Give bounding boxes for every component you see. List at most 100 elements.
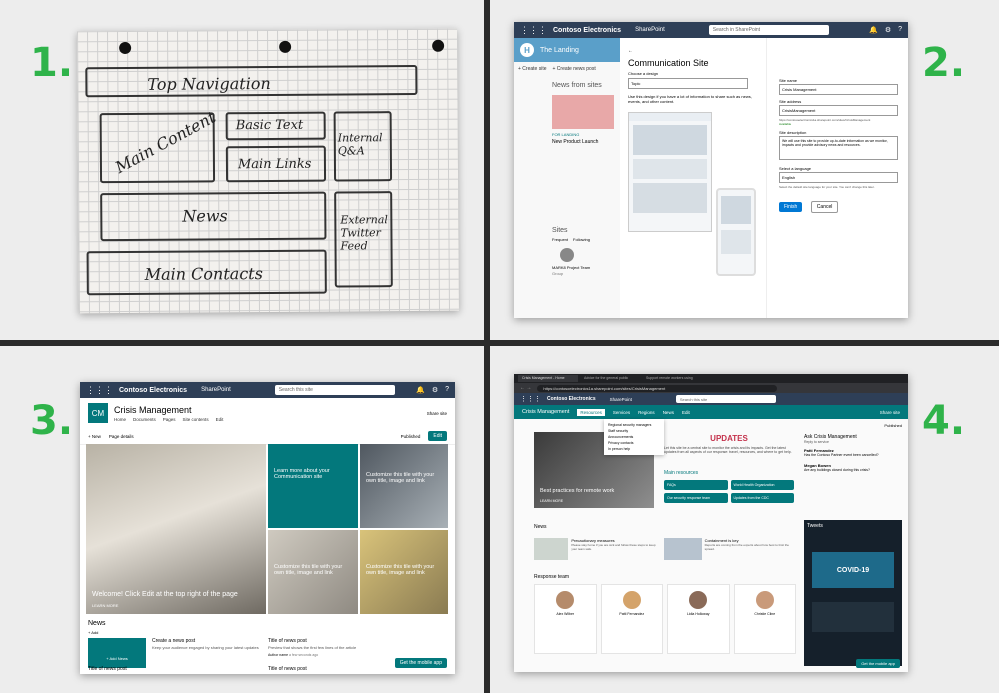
gear-icon[interactable]: ⚙ [432, 386, 438, 394]
hero-tile-learn[interactable]: Learn more about your Communication site [268, 444, 358, 528]
punch-hole [279, 40, 292, 53]
twitter-feed: Tweets COVID-19 [804, 520, 902, 666]
language-select[interactable]: English [779, 172, 898, 183]
hero-tile-4[interactable]: Customize this tile with your own title,… [360, 530, 448, 614]
suite-bar: ⋮⋮⋮ Contoso Electronics SharePoint Searc… [514, 22, 908, 38]
hero-main-tile[interactable]: Welcome! Click Edit at the top right of … [86, 444, 266, 614]
nav-documents[interactable]: Documents [133, 417, 156, 422]
browser-tab[interactable]: Crisis Management - Home [518, 375, 578, 382]
site-form: Site name Crisis Management Site address… [766, 38, 908, 318]
resources-dropdown: Regional security managers Staff securit… [604, 419, 664, 455]
news-heading: News [88, 620, 106, 627]
nav-regions[interactable]: Regions [638, 410, 655, 415]
finish-button[interactable]: Finish [779, 202, 803, 212]
create-news-card: Create a news post Keep your audience en… [152, 638, 259, 650]
suite-bar: ⋮⋮⋮ Contoso Electronics SharePoint Searc… [514, 393, 908, 405]
get-mobile-app-button[interactable]: Get the mobile app [856, 659, 900, 668]
menu-item[interactable]: In person help [607, 446, 661, 452]
site-icon [560, 248, 574, 262]
step-label-2: 2. [922, 40, 966, 86]
punch-hole [119, 41, 132, 55]
site-logo: CM [88, 403, 108, 423]
address-bar: ← → https://contosoelectronics1a.sharepo… [514, 383, 908, 393]
hub-logo-icon: H [520, 43, 534, 57]
waffle-icon[interactable]: ⋮⋮⋮ [520, 395, 541, 403]
sketch-main-contacts: Main Contacts [86, 249, 327, 296]
nav-edit[interactable]: Edit [216, 417, 224, 422]
waffle-icon[interactable]: ⋮⋮⋮ [86, 385, 113, 396]
nav-pages[interactable]: Pages [163, 417, 176, 422]
covid-image: COVID-19 [812, 552, 894, 588]
share-site-link[interactable]: Share site [427, 411, 447, 416]
nav-services[interactable]: Services [613, 410, 630, 415]
bell-icon[interactable]: 🔔 [869, 26, 878, 34]
back-icon[interactable]: ← → [520, 385, 531, 391]
resource-buttons: FAQs World Health Organization Our secur… [664, 480, 794, 503]
news-add-button[interactable]: + Add [88, 630, 98, 635]
cancel-button[interactable]: Cancel [810, 201, 839, 213]
finished-site-screenshot: Crisis Management - Home Advice for the … [514, 374, 908, 672]
sketch-main-links: Main Links [225, 145, 327, 183]
ask-panel: Ask Crisis Management Reply to service P… [804, 434, 879, 472]
design-preview-desktop [628, 112, 712, 233]
search-input[interactable]: Search this site [274, 385, 395, 395]
add-news-tile[interactable]: + Add News [88, 638, 146, 668]
nav-edit[interactable]: Edit [682, 410, 690, 415]
url-input[interactable]: https://contosoelectronics1a.sharepoint.… [537, 384, 778, 392]
sketch-internal-qa: Internal Q&A [333, 111, 393, 182]
search-input[interactable]: Search this site [675, 395, 776, 403]
get-mobile-app-button[interactable]: Get the mobile app [394, 658, 447, 668]
suite-bar: ⋮⋮⋮ Contoso Electronics SharePoint Searc… [80, 382, 455, 398]
site-address-input[interactable]: CrisisManagement [779, 105, 898, 116]
wireframe-sketch: Top Navigation Main Content Basic Text M… [77, 28, 459, 314]
resource-button[interactable]: FAQs [664, 480, 728, 490]
site-description-input[interactable]: We will use this site to provide up-to-d… [779, 136, 898, 160]
help-icon[interactable]: ? [445, 386, 449, 394]
help-icon[interactable]: ? [898, 26, 902, 34]
hero-tile-3[interactable]: Customize this tile with your own title,… [268, 530, 358, 614]
browser-tab[interactable]: Advice for the general public [580, 375, 640, 382]
person-card[interactable]: Alex Wilber [534, 584, 597, 654]
news-heading: News [534, 524, 547, 530]
hub-background: H The Landing + Create site + Create news… [514, 38, 626, 318]
resource-button[interactable]: Our security response team [664, 493, 728, 503]
back-icon[interactable]: ← [628, 48, 758, 54]
resource-button[interactable]: World Health Organization [730, 480, 794, 490]
page-details-button[interactable]: Page details [109, 434, 134, 439]
site-name-input[interactable]: Crisis Management [779, 84, 898, 95]
sketch-news: News [100, 191, 327, 242]
nav-site-contents[interactable]: Site contents [183, 417, 209, 422]
site-title: Crisis Management [114, 404, 192, 415]
team-cards: Alex Wilber Patti Fernandez Lidia Hollow… [534, 584, 796, 654]
panel-default-site: 3. ⋮⋮⋮ Contoso Electronics SharePoint Se… [0, 346, 484, 693]
hero-tile-2[interactable]: Customize this tile with your own title,… [360, 444, 448, 528]
share-site-link[interactable]: Share site [880, 410, 900, 415]
response-team-heading: Response team [534, 574, 570, 580]
news-card[interactable]: Precautionary measures Please stay home i… [534, 538, 662, 560]
person-card[interactable]: Lidia Holloway [667, 584, 730, 654]
browser-tab[interactable]: Support remote workers using [642, 375, 702, 382]
edit-button[interactable]: Edit [428, 431, 447, 441]
news-thumbnail [552, 95, 614, 129]
panel-create-site: 2. ⋮⋮⋮ Contoso Electronics SharePoint Se… [490, 0, 999, 340]
person-card[interactable]: Christie Cline [733, 584, 796, 654]
design-select[interactable]: Topic [628, 78, 748, 89]
bell-icon[interactable]: 🔔 [416, 386, 425, 394]
updates-section: UPDATES Let this site be a central site … [664, 434, 792, 454]
news-card[interactable]: Containment is key Reports are coming fro… [664, 538, 794, 560]
panel-sketch: 1. Top Navigation Main Content Basic Tex… [0, 0, 484, 340]
resource-button[interactable]: Updates from the CDC [730, 493, 794, 503]
news-post-card: Title of news post Preview that shows th… [268, 638, 357, 657]
default-site-screenshot: ⋮⋮⋮ Contoso Electronics SharePoint Searc… [80, 382, 455, 674]
design-pane: ← Communication Site Choose a design Top… [620, 38, 766, 318]
nav-resources[interactable]: Resources [577, 408, 605, 416]
nav-home[interactable]: Home [114, 417, 126, 422]
person-card[interactable]: Patti Fernandez [600, 584, 663, 654]
waffle-icon[interactable]: ⋮⋮⋮ [520, 25, 547, 36]
new-button[interactable]: + New [88, 434, 101, 439]
gear-icon[interactable]: ⚙ [885, 26, 891, 34]
sketch-basic-text: Basic Text [225, 111, 326, 141]
nav-news[interactable]: News [663, 410, 674, 415]
command-bar: + New Page details Published Edit [80, 428, 455, 445]
search-input[interactable]: Search in SharePoint [708, 25, 829, 35]
